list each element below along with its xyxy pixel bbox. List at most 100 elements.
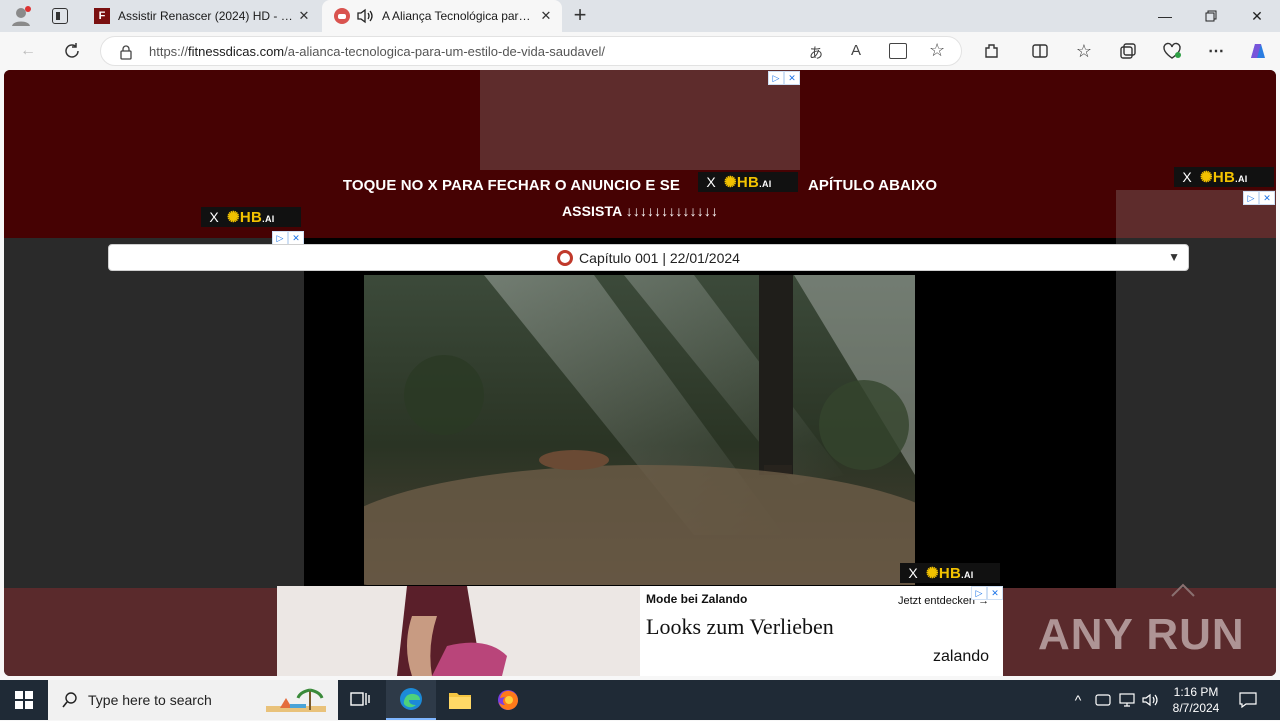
adchoices-icon[interactable]: ▷ [971,586,987,600]
meet-now-icon[interactable] [1092,680,1114,720]
hb-logo-suffix: .AI [262,214,275,224]
lock-icon[interactable] [119,44,133,60]
hb-ad-badge[interactable]: X ✺HB.AI [900,563,1000,583]
close-window-button[interactable]: ✕ [1234,0,1280,32]
adchoices-icon[interactable]: ▷ [768,71,784,85]
ad-close-icon[interactable]: ✕ [288,231,304,245]
hb-ad-badge[interactable]: X ✺HB.AI [1174,167,1274,187]
hb-logo-suffix: .AI [961,570,974,580]
ad-slot-top[interactable] [480,70,800,170]
scroll-to-top-icon[interactable] [1170,582,1196,598]
minimize-button[interactable]: — [1142,0,1188,32]
favicon-icon [334,8,350,24]
close-icon[interactable]: X [900,565,926,581]
profile-icon[interactable] [10,5,32,27]
hb-logo-text: HB [239,209,263,226]
zalando-ad[interactable]: Mode bei Zalando Jetzt entdecken → ▷ ✕ L… [277,586,1003,676]
refresh-icon[interactable] [60,39,84,63]
hb-ad-badge[interactable]: X ✺HB.AI [201,207,301,227]
episode-select[interactable]: Capítulo 001 | 22/01/2024 ▼ [108,244,1189,271]
watermark-text: ANY RUN [1038,610,1245,659]
read-aloud-icon[interactable]: A [851,42,861,59]
episode-select-value: Capítulo 001 | 22/01/2024 [579,249,740,266]
tray-overflow-icon[interactable]: ^ [1068,680,1088,720]
restore-button[interactable] [1188,0,1234,32]
edge-taskbar-icon[interactable] [386,680,436,720]
video-player[interactable] [364,275,915,585]
hb-logo-text: HB [736,174,760,191]
favicon-icon: F [94,8,110,24]
clock-date: 8/7/2024 [1172,701,1220,715]
url-path: /a-alianca-tecnologica-para-um-estilo-de… [284,44,605,59]
address-bar[interactable]: https://fitnessdicas.com/a-alianca-tecno… [100,36,962,66]
tab-strip: F Assistir Renascer (2024) HD - Nov ✕ A … [0,0,1280,32]
banner-line-1: TOQUE NO X PARA FECHAR O ANUNCIO E SE APÍ… [4,177,1276,194]
extensions-icon[interactable] [980,39,1004,63]
browser-essentials-icon[interactable] [1160,39,1184,63]
tab-renascer[interactable]: F Assistir Renascer (2024) HD - Nov ✕ [86,0,320,32]
clock[interactable]: 1:16 PM 8/7/2024 [1166,680,1226,720]
immersive-reader-icon[interactable] [889,43,907,59]
favorite-star-icon[interactable]: ☆ [929,40,945,61]
tab-title: A Aliança Tecnológica para um [382,9,532,23]
banner-line-1-end: APÍTULO ABAIXO [807,177,938,194]
volume-icon[interactable] [1140,680,1162,720]
close-icon[interactable]: X [698,174,724,190]
tab-title: Assistir Renascer (2024) HD - Nov [118,9,294,23]
favorites-icon[interactable]: ☆ [1072,39,1096,63]
hb-logo-text: HB [1212,169,1236,186]
zalando-logo: zalando [933,648,990,665]
ad-model-image [277,586,640,676]
banner-line-1-text: TOQUE NO X PARA FECHAR O ANUNCIO E SE [342,177,680,194]
hb-logo: ✺HB.AI [724,174,772,191]
firefox-icon[interactable] [484,680,532,720]
search-placeholder: Type here to search [88,692,212,708]
search-highlight-icon [260,684,332,716]
web-page: ▷ ✕ ▷ ✕ TOQUE NO X PARA FECHAR O ANUNCIO… [4,70,1276,676]
hb-logo-suffix: .AI [759,179,772,189]
hb-logo: ✺HB.AI [227,209,275,226]
close-tab-icon[interactable]: ✕ [296,8,312,24]
url-scheme: https:// [149,44,189,59]
close-icon[interactable]: X [201,209,227,225]
banner-line-2: ASSISTA ↓↓↓↓↓↓↓↓↓↓↓↓↓ [561,203,719,219]
tab-alianca[interactable]: A Aliança Tecnológica para um ✕ [322,0,562,32]
navigation-bar: ← https://fitnessdicas.com/a-alianca-tec… [0,32,1280,70]
ad-cta-text: Jetzt entdecken [898,595,976,607]
hb-logo: ✺HB.AI [926,565,974,582]
hb-ad-badge[interactable]: X ✺HB.AI [698,172,798,192]
clock-time: 1:16 PM [1173,685,1219,699]
ad-close-icon[interactable]: ✕ [784,71,800,85]
hb-logo: ✺HB.AI [1200,169,1248,186]
more-options-icon[interactable]: ⋯ [1204,39,1228,63]
ad-close-icon[interactable]: ✕ [987,586,1003,600]
tab-actions-icon[interactable] [52,8,68,24]
url-text: https://fitnessdicas.com/a-alianca-tecno… [149,44,605,59]
file-explorer-icon[interactable] [436,680,484,720]
copilot-icon[interactable] [1246,39,1270,63]
speaker-icon[interactable] [356,8,374,24]
hb-logo-text: HB [938,565,962,582]
ad-headline: Looks zum Verlieben [646,614,834,639]
taskbar-search[interactable]: Type here to search [48,680,338,720]
chevron-down-icon: ▼ [1168,250,1180,264]
back-icon[interactable]: ← [16,39,40,63]
close-icon[interactable]: X [1174,169,1200,185]
taskbar: Type here to search ^ 1:16 PM 8/7/2024 [0,680,1280,720]
url-host: fitnessdicas.com [188,44,285,59]
notification-icon[interactable] [1234,680,1262,720]
anyrun-watermark: ANY RUN [1038,605,1245,665]
translate-icon[interactable]: あ [809,43,823,63]
start-button[interactable] [0,680,48,720]
adchoices-icon[interactable]: ▷ [272,231,288,245]
close-tab-icon[interactable]: ✕ [538,8,554,24]
hb-logo-suffix: .AI [1235,174,1248,184]
search-icon [62,692,78,708]
task-view-icon[interactable] [336,680,384,720]
new-tab-button[interactable]: + [568,4,592,28]
network-icon[interactable] [1116,680,1138,720]
split-screen-icon[interactable] [1028,39,1052,63]
record-icon [557,249,574,266]
collections-icon[interactable] [1116,39,1140,63]
ad-brand-line: Mode bei Zalando [646,592,748,606]
